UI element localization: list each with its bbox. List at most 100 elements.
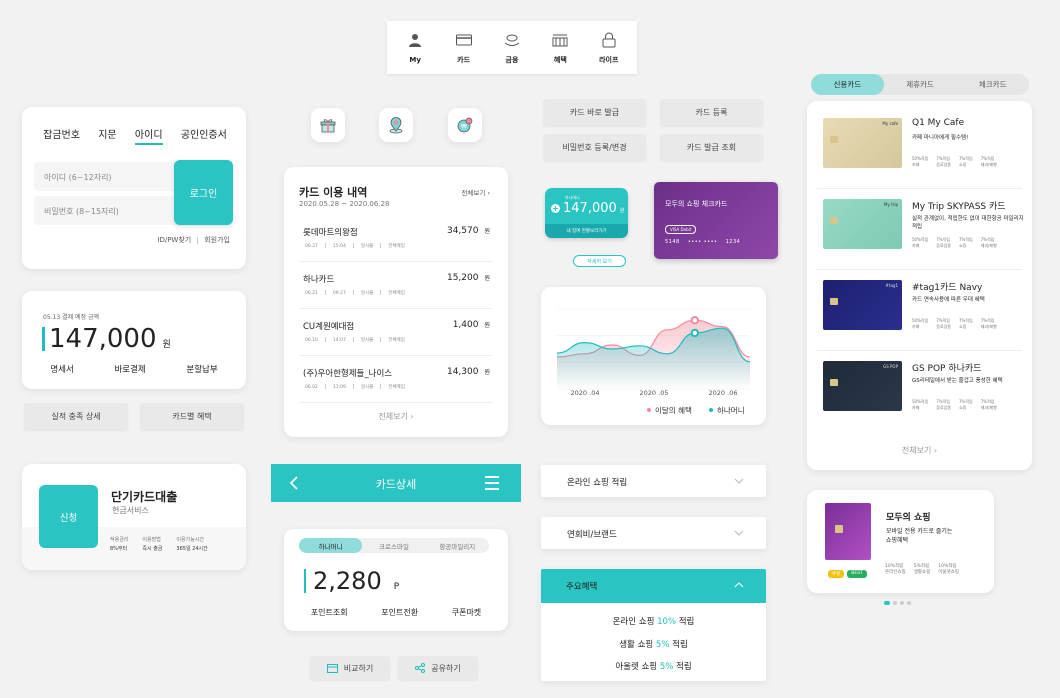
benefit-text: 아울렛 쇼핑: [615, 662, 660, 672]
usage-card: 카드 이용 내역 2020.05.28 ~ 2020.06.28 전체보기 › …: [284, 167, 508, 437]
stat-label: 제과/제빵: [980, 162, 997, 167]
divider: [352, 384, 354, 389]
usage-meta: 14:07: [332, 338, 346, 343]
points-value: 2,280: [313, 567, 382, 595]
payment-action-0[interactable]: 명세서: [50, 363, 73, 375]
login-tab-3[interactable]: 공인인증서: [181, 126, 227, 145]
view-all-link[interactable]: 전체보기 ›: [461, 187, 490, 197]
shopping-check-card[interactable]: 모두의 쇼핑 체크카드 VISA Debit 5148 •••• •••• 12…: [654, 182, 778, 259]
benefit-text: 적립: [669, 639, 688, 650]
id-input[interactable]: 아이디 (6~12자리): [34, 162, 192, 191]
series-marker-1[interactable]: [690, 328, 700, 338]
share-button[interactable]: 공유하기: [398, 656, 478, 680]
share-icon: [415, 663, 426, 673]
chevron-down-icon: [734, 478, 744, 484]
performance-detail-button[interactable]: 실적 충족 상세: [24, 403, 128, 430]
page-dot[interactable]: [893, 601, 897, 605]
page-dot[interactable]: [900, 601, 904, 605]
login-tab-1[interactable]: 지문: [98, 126, 116, 145]
points-action-1[interactable]: 포인트전환: [381, 607, 418, 618]
card-thumb-text: GS POP: [883, 364, 898, 369]
find-id-pw-link[interactable]: ID/PW찾기: [157, 236, 191, 244]
card-list-item[interactable]: GS POP GS POP 하나카드 GS리테일에서 받는 즐겁고 풍성한 혜택 50…: [817, 351, 1022, 432]
shopping-promo-card[interactable]: 추천 BEST 모두의 쇼핑 모바일 전용 카드로 즐기는 쇼핑혜택 10%적립…: [807, 490, 994, 593]
issue-inquiry-button[interactable]: 카드 발급 조회: [660, 134, 763, 161]
pagination-dots: [884, 601, 911, 605]
cardlist-more-link[interactable]: 전체보기 ›: [807, 445, 1032, 456]
stat-label: 쇼핑: [959, 162, 967, 167]
hanamoney-mini-card[interactable]: 하나머니 + 147,000 원 내 참여 현황보러가기: [545, 188, 628, 238]
card-stat: 7%적립 제과/제빵: [981, 237, 997, 249]
topnav-item-3[interactable]: 혜택: [538, 31, 582, 65]
divider: [324, 243, 326, 248]
detail-pill-button[interactable]: 자세히 보기: [573, 255, 626, 267]
points-action-0[interactable]: 포인트조회: [311, 607, 348, 618]
join-link[interactable]: 회원가입: [204, 236, 230, 244]
gift-icon-button[interactable]: [311, 108, 345, 142]
legend-dot: [647, 408, 651, 412]
usage-title: 카드 이용 내역: [299, 186, 368, 199]
card-list-item[interactable]: My trip My Trip SKYPASS 카드 실적 관계없이, 적립한도 없…: [817, 189, 1024, 270]
login-tab-2[interactable]: 아이디: [134, 126, 163, 145]
coin-icon-button[interactable]: ₩: [448, 108, 482, 142]
card-benefit-button[interactable]: 카드별 혜택: [140, 403, 244, 430]
card-list-item[interactable]: #tag1 #tag1카드 Navy 카드 연속사용에 따른 우대 혜택 50%적립 카…: [817, 270, 1022, 351]
chevron-up-icon: [734, 582, 744, 588]
accordion-annual-fee[interactable]: 연회비/브랜드: [541, 517, 766, 549]
usage-row[interactable]: CU계원예대점 1,400 원 06.10 14:07 일시불 전체매입: [299, 309, 492, 356]
loan-info-value: 8%부터: [110, 546, 128, 552]
card-register-button[interactable]: 카드 등록: [660, 99, 763, 126]
compare-button[interactable]: 비교하기: [310, 656, 390, 680]
plus-icon: +: [551, 204, 560, 213]
usage-meta: 일시불: [360, 291, 374, 296]
benefit-line: 생활 쇼핑 5% 적립: [541, 634, 766, 657]
usage-more-link[interactable]: 전체보기 ›: [284, 411, 508, 422]
login-tab-0[interactable]: 잡금번호: [43, 126, 80, 145]
card-name: My Trip SKYPASS 카드: [912, 202, 1006, 212]
stat-label: 음료업종: [936, 243, 951, 248]
card-number-end: 1234: [725, 239, 741, 245]
card-issue-button[interactable]: 카드 바로 발급: [543, 99, 646, 126]
loan-info-label: 이용가능시간: [176, 537, 205, 543]
topnav-item-2[interactable]: 금융: [490, 31, 534, 65]
usage-meta: 06.27: [305, 244, 318, 249]
cardlist-tab-1[interactable]: 제휴카드: [884, 74, 957, 95]
accordion-open-header[interactable]: 주요혜택: [541, 569, 766, 603]
password-input[interactable]: 비밀번호 (8~15자리): [34, 196, 192, 225]
cardlist-tab-0[interactable]: 신용카드: [811, 74, 884, 95]
usage-meta: 09:27: [332, 291, 346, 296]
usage-row[interactable]: 하나카드 15,200 원 06.21 09:27 일시불 전체매입: [299, 262, 492, 309]
password-change-button[interactable]: 비밀번호 등록/변경: [543, 134, 646, 161]
usage-row[interactable]: 롯데마트의왕점 34,570 원 06.27 15:04 일시불 전체매입: [299, 215, 492, 262]
cardlist-tab-2[interactable]: 체크카드: [956, 74, 1029, 95]
usage-meta: 전체매입: [388, 244, 405, 249]
card-list-item[interactable]: My cafe Q1 My Cafe 카페 마니아에게 필수템! 50%적립 카페 7%적…: [817, 108, 1022, 189]
payment-action-2[interactable]: 분할납부: [186, 363, 217, 375]
accordion-online-shopping[interactable]: 온라인 쇼핑 적립: [541, 465, 766, 497]
stat-label: 음료업종: [936, 162, 951, 167]
usage-meta: 일시불: [360, 338, 374, 343]
page-dot-active[interactable]: [884, 601, 890, 605]
login-button[interactable]: 로그인: [174, 160, 233, 225]
usage-row[interactable]: (주)우아한형제들_나이스 14,300 원 06.02 11:09 일시불 전체매입: [299, 356, 492, 403]
points-tab-2[interactable]: 항공마일리지: [426, 538, 489, 553]
points-action-2[interactable]: 쿠폰마켓: [452, 607, 481, 618]
apply-badge[interactable]: 신청: [39, 485, 98, 548]
points-card: 하나머니 크로스마일 항공마일리지 2,280 P 포인트조회 포인트전환 쿠폰마켓: [284, 529, 508, 631]
divider: [324, 337, 326, 342]
payment-action-1[interactable]: 바로결제: [114, 363, 145, 375]
topnav-item-4[interactable]: 라이프: [587, 31, 631, 65]
usage-meta: 전체매입: [388, 338, 405, 343]
card-stat: 7%적립 쇼핑: [959, 318, 973, 330]
menu-icon[interactable]: [484, 475, 500, 491]
points-tab-0[interactable]: 하나머니: [299, 538, 363, 553]
topnav-item-1[interactable]: 카드: [442, 31, 486, 65]
topnav-item-0[interactable]: My: [393, 32, 437, 64]
shop-stat: 10%적립 온라인쇼핑: [885, 564, 906, 576]
legend-label: 하나머니: [717, 405, 745, 415]
location-icon-button[interactable]: [379, 108, 413, 142]
series-marker-0[interactable]: [690, 316, 700, 325]
points-tab-1[interactable]: 크로스마일: [362, 538, 425, 553]
usage-meta: 06.10: [305, 338, 318, 343]
page-dot[interactable]: [907, 601, 911, 605]
